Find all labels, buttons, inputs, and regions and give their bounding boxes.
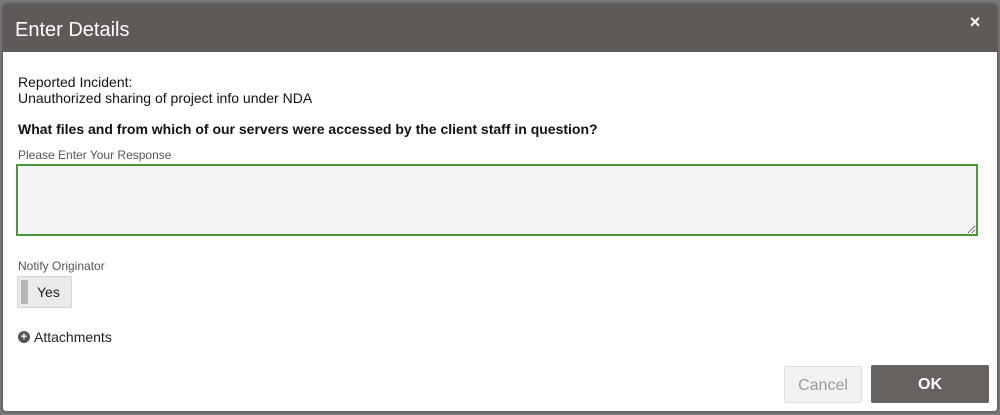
plus-circle-icon: + xyxy=(18,331,30,343)
attachments-expander[interactable]: + Attachments xyxy=(18,329,112,345)
toggle-knob xyxy=(21,280,28,304)
response-textarea[interactable] xyxy=(16,164,978,236)
ok-button[interactable]: OK xyxy=(871,365,989,403)
dialog-title: Enter Details xyxy=(15,19,130,41)
notify-originator-label: Notify Originator xyxy=(18,259,105,273)
response-label: Please Enter Your Response xyxy=(18,148,172,162)
question-text: What files and from which of our servers… xyxy=(18,121,598,137)
close-icon[interactable]: × xyxy=(967,13,983,31)
cancel-button[interactable]: Cancel xyxy=(784,366,862,403)
dialog-header: Enter Details × xyxy=(3,4,997,52)
reported-incident-label: Reported Incident: xyxy=(18,74,133,90)
reported-incident-value: Unauthorized sharing of project info und… xyxy=(18,90,313,106)
notify-originator-toggle[interactable]: Yes xyxy=(17,276,72,308)
toggle-state-text: Yes xyxy=(37,284,60,300)
attachments-label: Attachments xyxy=(34,329,112,345)
enter-details-dialog: Enter Details × Reported Incident: Unaut… xyxy=(3,4,997,411)
